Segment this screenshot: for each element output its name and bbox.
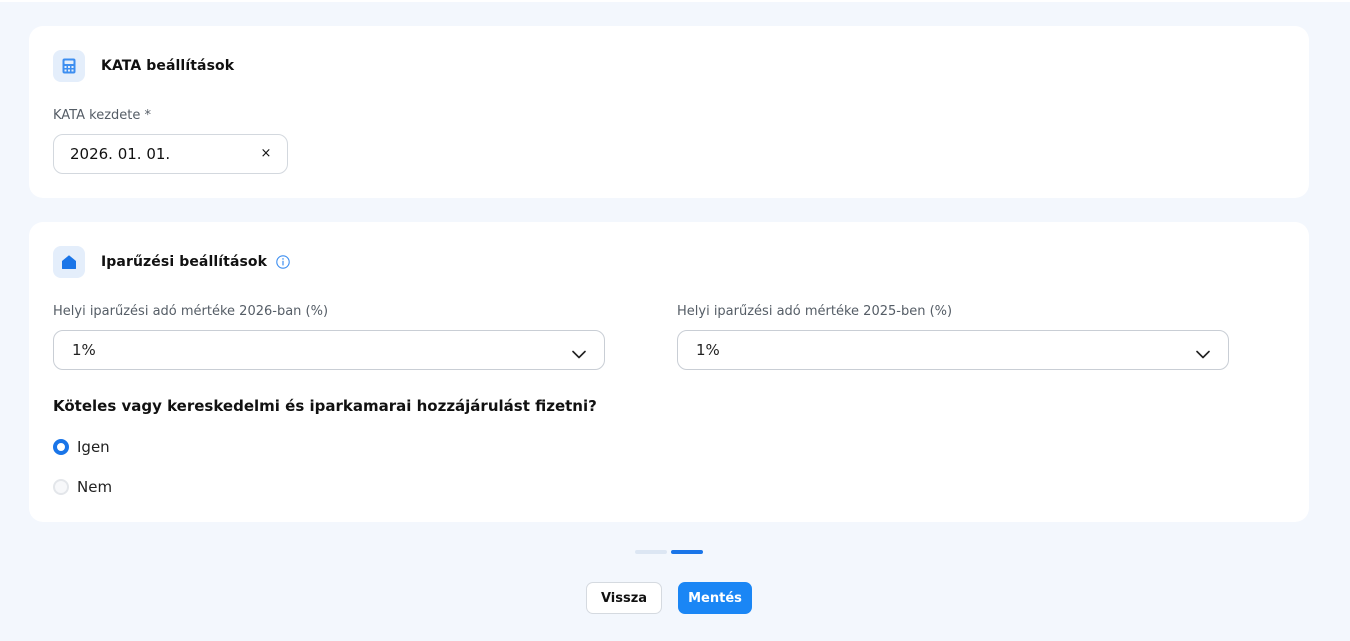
settings-page: KATA beállítások KATA kezdete * 2026. 01… <box>0 0 1350 641</box>
kata-start-date-field[interactable]: 2026. 01. 01. × <box>53 134 288 174</box>
rate-2025-label: Helyi iparűzési adó mértéke 2025-ben (%) <box>677 304 953 319</box>
iparuzesi-card-title: Iparűzési beállítások <box>101 254 268 270</box>
iparuzesi-settings-card: Iparűzési beállítások Helyi iparűzési ad… <box>29 222 1309 522</box>
rate-2025-select[interactable]: 1% <box>677 330 1229 370</box>
radio-label-nem: Nem <box>77 478 113 496</box>
clear-icon[interactable]: × <box>259 147 273 161</box>
chevron-down-icon <box>572 345 586 363</box>
iparuzesi-card-header: Iparűzési beállítások <box>53 246 290 278</box>
kata-card-header: KATA beállítások <box>53 50 234 82</box>
calculator-icon <box>53 50 85 82</box>
rate-2025-value: 1% <box>696 341 720 359</box>
rate-2026-select[interactable]: 1% <box>53 330 605 370</box>
info-icon[interactable] <box>276 255 290 269</box>
step-1-indicator <box>635 550 667 554</box>
radio-label-igen: Igen <box>77 438 110 456</box>
radio-nem[interactable] <box>53 479 69 495</box>
rate-2026-value: 1% <box>72 341 96 359</box>
top-strip <box>0 0 1350 2</box>
back-button[interactable]: Vissza <box>586 582 662 614</box>
save-button[interactable]: Mentés <box>678 582 752 614</box>
kata-start-label: KATA kezdete * <box>53 108 152 123</box>
step-indicator <box>635 550 703 554</box>
rate-2026-label: Helyi iparűzési adó mértéke 2026-ban (%) <box>53 304 329 319</box>
radio-option-nem[interactable]: Nem <box>53 478 112 496</box>
radio-option-igen[interactable]: Igen <box>53 438 110 456</box>
chamber-contribution-question: Köteles vagy kereskedelmi és iparkamarai… <box>53 397 597 415</box>
chevron-down-icon <box>1196 345 1210 363</box>
step-2-indicator <box>671 550 703 554</box>
radio-igen[interactable] <box>53 439 69 455</box>
kata-settings-card: KATA beállítások KATA kezdete * 2026. 01… <box>29 26 1309 198</box>
kata-card-title: KATA beállítások <box>101 58 235 74</box>
kata-start-date-value: 2026. 01. 01. <box>70 145 171 163</box>
home-icon <box>53 246 85 278</box>
